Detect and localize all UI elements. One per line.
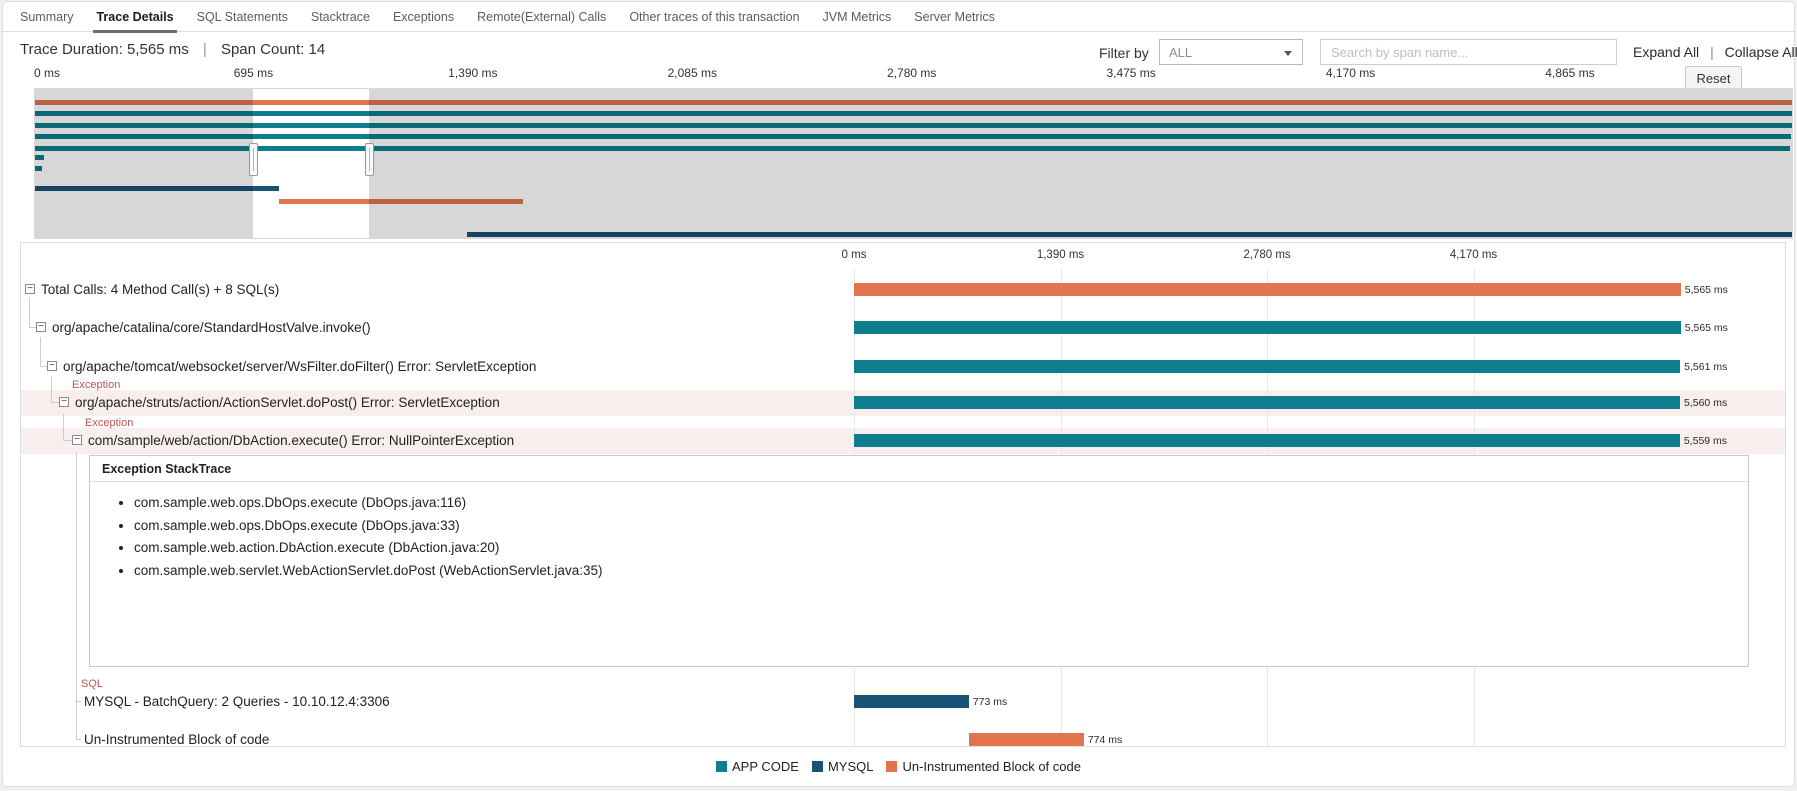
- collapse-toggle-icon[interactable]: −: [59, 397, 69, 407]
- minimap-axis-tick-label: 0 ms: [34, 66, 61, 80]
- exception-tag: Exception: [72, 379, 121, 391]
- legend-item-uninstrumented: Un-Instrumented Block of code: [886, 759, 1081, 774]
- trace-duration-value: 5,565 ms: [127, 41, 189, 58]
- chart-legend: APP CODE MYSQL Un-Instrumented Block of co…: [3, 759, 1794, 774]
- legend-label: APP CODE: [732, 759, 799, 774]
- span-duration-bar[interactable]: [854, 434, 1680, 447]
- span-duration-value: 5,559 ms: [1683, 435, 1728, 447]
- collapse-all-button[interactable]: Collapse All: [1725, 44, 1797, 60]
- span-label[interactable]: org/apache/struts/action/ActionServlet.d…: [75, 395, 500, 410]
- span-duration-bar[interactable]: [854, 695, 969, 708]
- timeline-minimap[interactable]: [34, 88, 1793, 239]
- span-duration-bar[interactable]: [854, 321, 1681, 334]
- filter-dropdown[interactable]: ALL: [1159, 39, 1303, 65]
- span-label[interactable]: com/sample/web/action/DbAction.execute()…: [88, 433, 514, 448]
- minimap-axis-tick-label: 3,475 ms: [1106, 66, 1156, 80]
- tab-sql-statements[interactable]: SQL Statements: [197, 2, 288, 32]
- tree-row[interactable]: − Total Calls: 4 Method Call(s) + 8 SQL(s…: [21, 280, 1785, 300]
- tree-axis-tick-label: 0 ms: [841, 249, 867, 261]
- tab-summary[interactable]: Summary: [20, 2, 73, 32]
- expand-collapse-links: Expand All | Collapse All: [1633, 44, 1797, 60]
- span-label[interactable]: Un-Instrumented Block of code: [84, 732, 269, 747]
- span-tree: Exception StackTrace com.sample.web.ops.…: [20, 242, 1786, 747]
- links-separator: |: [1710, 44, 1714, 60]
- stacktrace-title: Exception StackTrace: [90, 456, 1748, 482]
- exception-tag: Exception: [85, 417, 134, 429]
- meta-separator: |: [202, 41, 207, 58]
- legend-label: Un-Instrumented Block of code: [902, 759, 1081, 774]
- span-count-value: 14: [308, 41, 326, 58]
- span-duration-bar[interactable]: [854, 396, 1680, 409]
- tab-server-metrics[interactable]: Server Metrics: [914, 2, 995, 32]
- minimap-axis-tick-label: 2,085 ms: [667, 66, 717, 80]
- span-duration-bar[interactable]: [854, 283, 1681, 296]
- expand-all-button[interactable]: Expand All: [1633, 44, 1699, 60]
- tree-row[interactable]: − com/sample/web/action/DbAction.execute(…: [21, 431, 1785, 451]
- minimap-left-handle[interactable]: [248, 143, 258, 176]
- legend-item-mysql: MYSQL: [811, 759, 874, 774]
- stacktrace-frame: com.sample.web.ops.DbOps.execute (DbOps.…: [134, 515, 1748, 538]
- span-label[interactable]: MYSQL - BatchQuery: 2 Queries - 10.10.12…: [84, 694, 390, 709]
- collapse-toggle-icon[interactable]: −: [36, 322, 46, 332]
- stacktrace-frame: com.sample.web.servlet.WebActionServlet.…: [134, 560, 1748, 583]
- stacktrace-frame: com.sample.web.ops.DbOps.execute (DbOps.…: [134, 492, 1748, 515]
- tree-axis-tick-label: 4,170 ms: [1449, 249, 1498, 261]
- collapse-toggle-icon[interactable]: −: [25, 284, 35, 294]
- legend-swatch-icon: [811, 761, 823, 772]
- span-duration-value: 774 ms: [1087, 734, 1123, 746]
- tree-row[interactable]: MYSQL - BatchQuery: 2 Queries - 10.10.12…: [21, 692, 1785, 712]
- span-duration-bar[interactable]: [968, 733, 1084, 746]
- tab-exceptions[interactable]: Exceptions: [393, 2, 454, 32]
- trace-meta: Trace Duration: 5,565 ms | Span Count: 1…: [20, 41, 325, 58]
- tab-bar: Summary Trace Details SQL Statements Stackt…: [3, 2, 1794, 33]
- filter-by-label: Filter by: [1099, 45, 1149, 61]
- tab-other-traces-of-this-transaction[interactable]: Other traces of this transaction: [629, 2, 799, 32]
- minimap-unselected-right: [368, 89, 1792, 238]
- span-duration-value: 5,565 ms: [1684, 284, 1728, 296]
- collapse-toggle-icon[interactable]: −: [72, 435, 82, 445]
- minimap-axis-tick-label: 2,780 ms: [887, 66, 937, 80]
- trace-details-panel: Summary Trace Details SQL Statements Stackt…: [2, 1, 1797, 787]
- tab-remote-external-calls[interactable]: Remote(External) Calls: [477, 2, 606, 32]
- minimap-axis-tick-label: 4,865 ms: [1545, 66, 1595, 80]
- span-duration-value: 5,561 ms: [1684, 361, 1728, 373]
- tab-trace-details[interactable]: Trace Details: [93, 2, 177, 33]
- legend-item-app: APP CODE: [716, 759, 799, 774]
- chevron-down-icon: [1284, 51, 1292, 56]
- reset-button[interactable]: Reset: [1685, 66, 1742, 90]
- span-label[interactable]: org/apache/catalina/core/StandardHostVal…: [52, 320, 371, 335]
- filter-selected-value: ALL: [1169, 44, 1193, 60]
- stacktrace-frame: com.sample.web.action.DbAction.execute (…: [134, 537, 1748, 560]
- minimap-right-handle[interactable]: [364, 143, 374, 176]
- span-search: [1320, 39, 1617, 65]
- span-label[interactable]: Total Calls: 4 Method Call(s) + 8 SQL(s): [41, 282, 279, 297]
- legend-swatch-icon: [716, 761, 728, 772]
- minimap-unselected-left: [35, 89, 253, 238]
- span-duration-value: 5,560 ms: [1684, 397, 1728, 409]
- tree-row[interactable]: − org/apache/tomcat/websocket/server/WsFi…: [21, 357, 1785, 377]
- tree-axis-tick-label: 2,780 ms: [1243, 249, 1291, 261]
- tree-row[interactable]: − org/apache/struts/action/ActionServlet.…: [21, 393, 1785, 413]
- exception-stacktrace-panel: Exception StackTrace com.sample.web.ops.…: [89, 455, 1749, 667]
- tab-jvm-metrics[interactable]: JVM Metrics: [823, 2, 892, 32]
- stacktrace-frame-list: com.sample.web.ops.DbOps.execute (DbOps.…: [134, 492, 1748, 582]
- minimap-axis-tick-label: 1,390 ms: [448, 66, 498, 80]
- legend-swatch-icon: [886, 761, 898, 772]
- tree-row[interactable]: − org/apache/catalina/core/StandardHostVa…: [21, 318, 1785, 338]
- span-duration-value: 773 ms: [972, 696, 1008, 708]
- legend-label: MYSQL: [827, 759, 874, 774]
- minimap-axis-tick-label: 4,170 ms: [1325, 66, 1376, 80]
- tree-row[interactable]: Un-Instrumented Block of code 774 ms: [21, 730, 1785, 750]
- span-label[interactable]: org/apache/tomcat/websocket/server/WsFil…: [63, 359, 536, 374]
- sql-tag: SQL: [81, 678, 104, 690]
- tree-axis-tick-label: 1,390 ms: [1036, 249, 1085, 261]
- trace-duration-label: Trace Duration:: [20, 41, 123, 58]
- span-search-input[interactable]: [1320, 39, 1617, 65]
- span-duration-value: 5,565 ms: [1684, 322, 1728, 334]
- tab-stacktrace[interactable]: Stacktrace: [311, 2, 370, 32]
- collapse-toggle-icon[interactable]: −: [47, 361, 57, 371]
- minimap-axis-tick-label: 695 ms: [233, 66, 274, 80]
- span-duration-bar[interactable]: [854, 360, 1681, 373]
- span-count-label: Span Count:: [220, 41, 305, 58]
